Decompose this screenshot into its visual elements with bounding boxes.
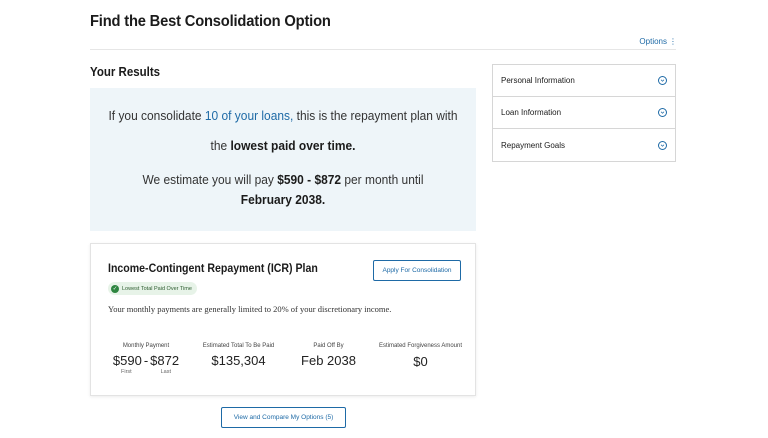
lowest-total-badge: ✓ Lowest Total Paid Over Time — [108, 282, 197, 295]
estimated-amount: $590 - $872 — [277, 172, 342, 187]
accordion-loan-information[interactable]: Loan Information — [493, 97, 675, 129]
stat-label: Paid Off By — [313, 343, 344, 349]
sidebar-accordion: Personal Information Loan Information Re… — [492, 64, 676, 162]
badge-label: Lowest Total Paid Over Time — [122, 285, 192, 292]
forgiveness-value: $0 — [413, 354, 428, 369]
plan-description: Your monthly payments are generally limi… — [108, 304, 392, 314]
page-title: Find the Best Consolidation Option — [90, 13, 331, 30]
options-label: Options — [639, 37, 667, 46]
paid-off-value: Feb 2038 — [301, 353, 356, 368]
results-summary: If you consolidate 10 of your loans, thi… — [90, 88, 476, 231]
compare-options-button[interactable]: View and Compare My Options (5) — [221, 407, 346, 428]
last-label: Last — [160, 369, 171, 375]
accordion-repayment-goals[interactable]: Repayment Goals — [493, 129, 675, 161]
results-text: this is the repayment plan with — [293, 108, 458, 123]
chevron-down-icon — [658, 76, 667, 85]
paid-off-stat: Paid Off By Feb 2038 — [291, 341, 366, 368]
results-heading: Your Results — [90, 65, 161, 79]
accordion-label: Loan Information — [501, 108, 562, 117]
results-text: the — [210, 138, 231, 153]
stat-label: Monthly Payment — [122, 343, 170, 349]
payment-separator: - — [143, 353, 149, 368]
chevron-down-icon — [658, 108, 667, 117]
first-label: First — [121, 369, 132, 375]
results-text: per month until — [341, 172, 424, 187]
loans-count-link[interactable]: 10 of your loans, — [205, 108, 293, 123]
plan-title: Income-Contingent Repayment (ICR) Plan — [108, 263, 318, 275]
chevron-down-icon — [658, 140, 667, 150]
end-date: February 2038. — [240, 192, 326, 207]
last-payment-value: $872 — [150, 353, 180, 368]
title-divider — [90, 49, 676, 50]
monthly-payment-stat: Monthly Payment $590- $872 First Last — [111, 341, 181, 375]
stat-label: Estimated Forgiveness Amount — [378, 343, 463, 349]
stat-label: Estimated Total To Be Paid — [202, 343, 275, 349]
vertical-dots-icon: ⋮ — [669, 37, 677, 46]
results-text: If you consolidate — [108, 108, 205, 123]
accordion-label: Repayment Goals — [501, 140, 566, 150]
results-line-2: the lowest paid over time. — [105, 138, 460, 153]
check-circle-icon: ✓ — [111, 284, 119, 293]
options-menu-button[interactable]: Options ⋮ — [639, 37, 677, 46]
accordion-personal-information[interactable]: Personal Information — [493, 65, 675, 97]
plan-card: Income-Contingent Repayment (ICR) Plan ✓… — [90, 243, 476, 396]
accordion-label: Personal Information — [501, 76, 575, 85]
total-paid-stat: Estimated Total To Be Paid $135,304 — [196, 341, 281, 368]
first-payment-value: $590 — [112, 353, 142, 368]
results-text: We estimate you will pay — [142, 172, 278, 187]
forgiveness-stat: Estimated Forgiveness Amount $0 — [378, 341, 463, 369]
results-line-1: If you consolidate 10 of your loans, thi… — [105, 108, 460, 123]
lowest-paid-text: lowest paid over time. — [230, 138, 356, 153]
results-line-3: We estimate you will pay $590 - $872 per… — [124, 170, 442, 210]
total-paid-value: $135,304 — [211, 353, 266, 368]
apply-consolidation-button[interactable]: Apply For Consolidation — [373, 260, 461, 281]
